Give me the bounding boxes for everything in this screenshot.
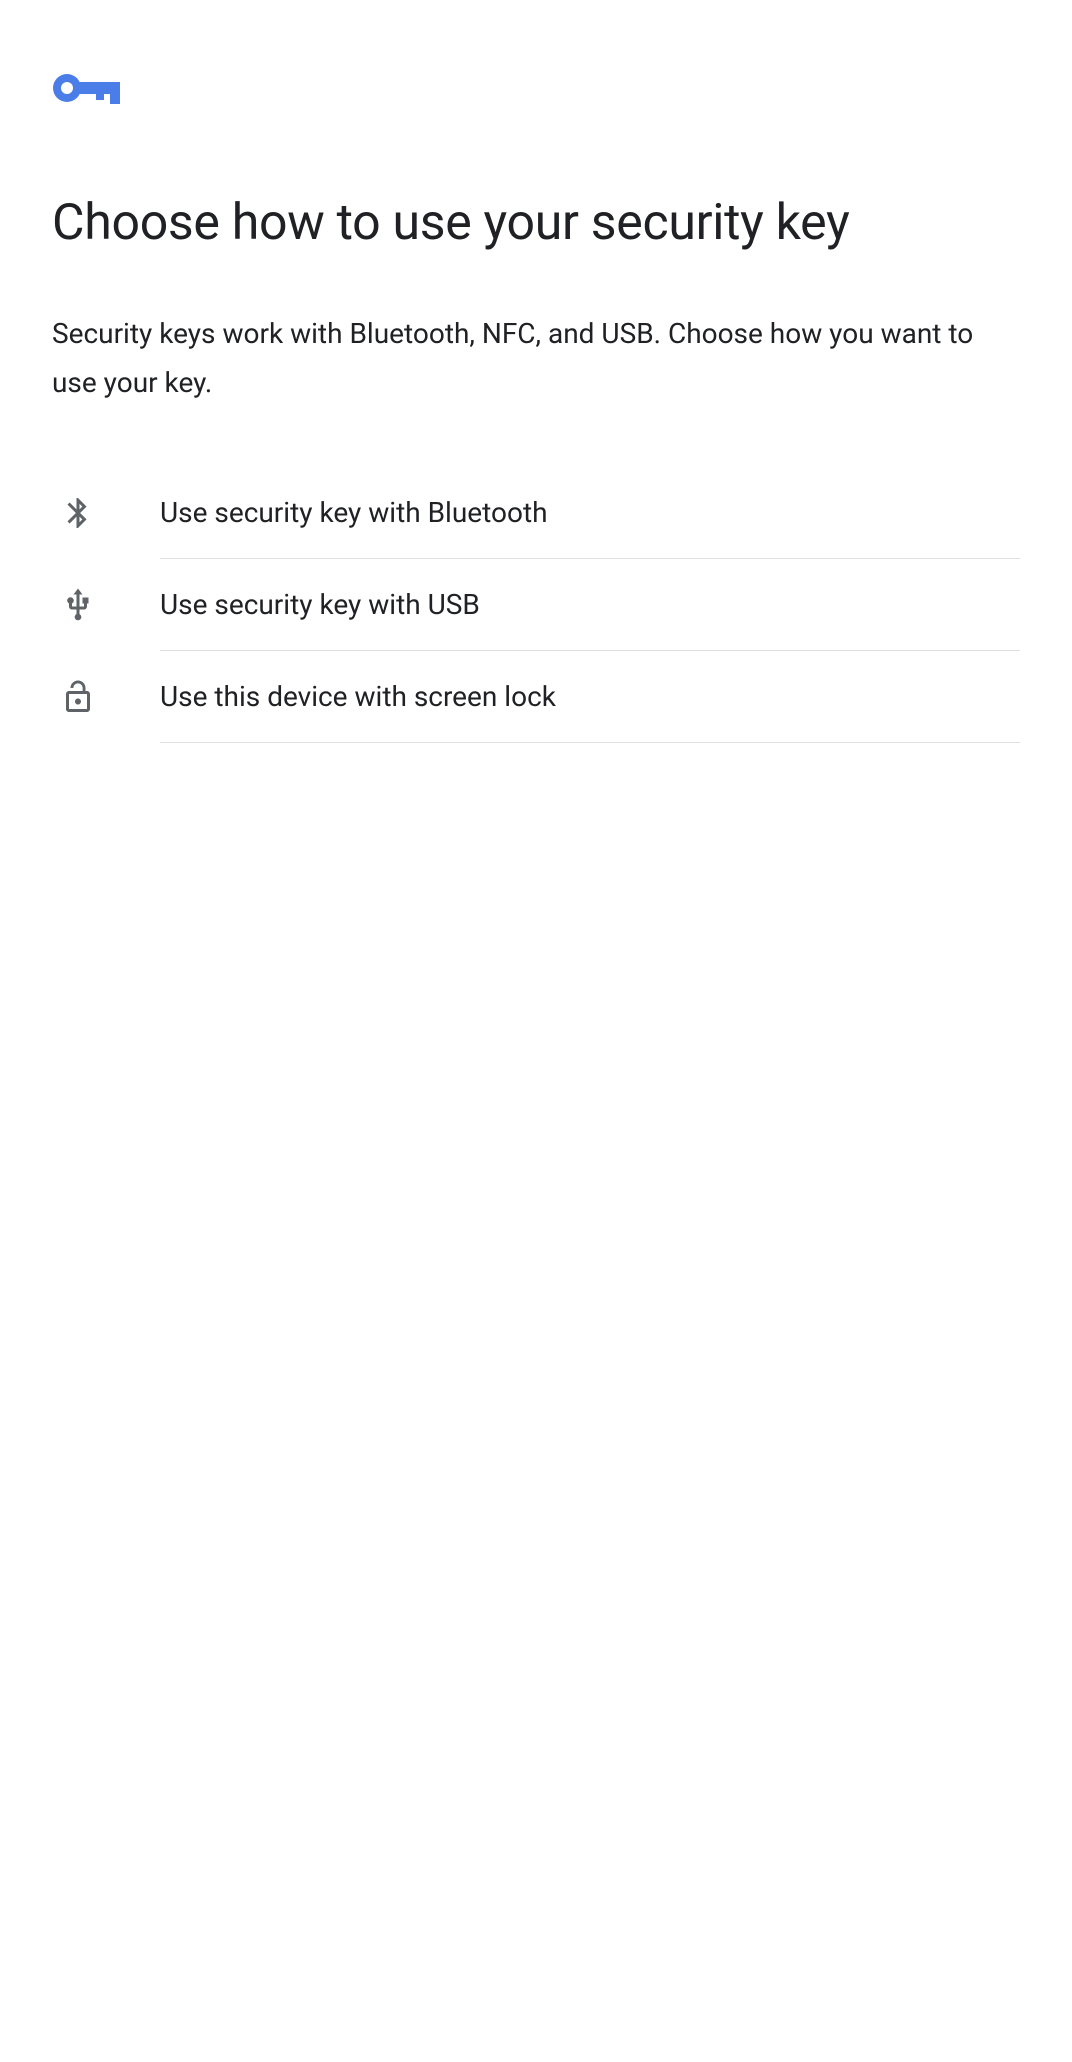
bluetooth-icon xyxy=(52,495,160,531)
option-label: Use security key with USB xyxy=(160,588,480,621)
usb-icon xyxy=(52,587,160,623)
security-key-setup-screen: Choose how to use your security key Secu… xyxy=(0,0,1072,743)
option-label: Use security key with Bluetooth xyxy=(160,496,548,529)
page-subtitle: Security keys work with Bluetooth, NFC, … xyxy=(52,309,1020,407)
options-list: Use security key with Bluetooth Use secu… xyxy=(52,467,1020,743)
option-bluetooth[interactable]: Use security key with Bluetooth xyxy=(52,467,1020,559)
option-label: Use this device with screen lock xyxy=(160,680,556,713)
lock-open-icon xyxy=(52,679,160,715)
page-title: Choose how to use your security key xyxy=(52,192,1020,255)
option-screen-lock[interactable]: Use this device with screen lock xyxy=(52,651,1020,743)
key-icon xyxy=(52,68,1020,112)
option-usb[interactable]: Use security key with USB xyxy=(52,559,1020,651)
